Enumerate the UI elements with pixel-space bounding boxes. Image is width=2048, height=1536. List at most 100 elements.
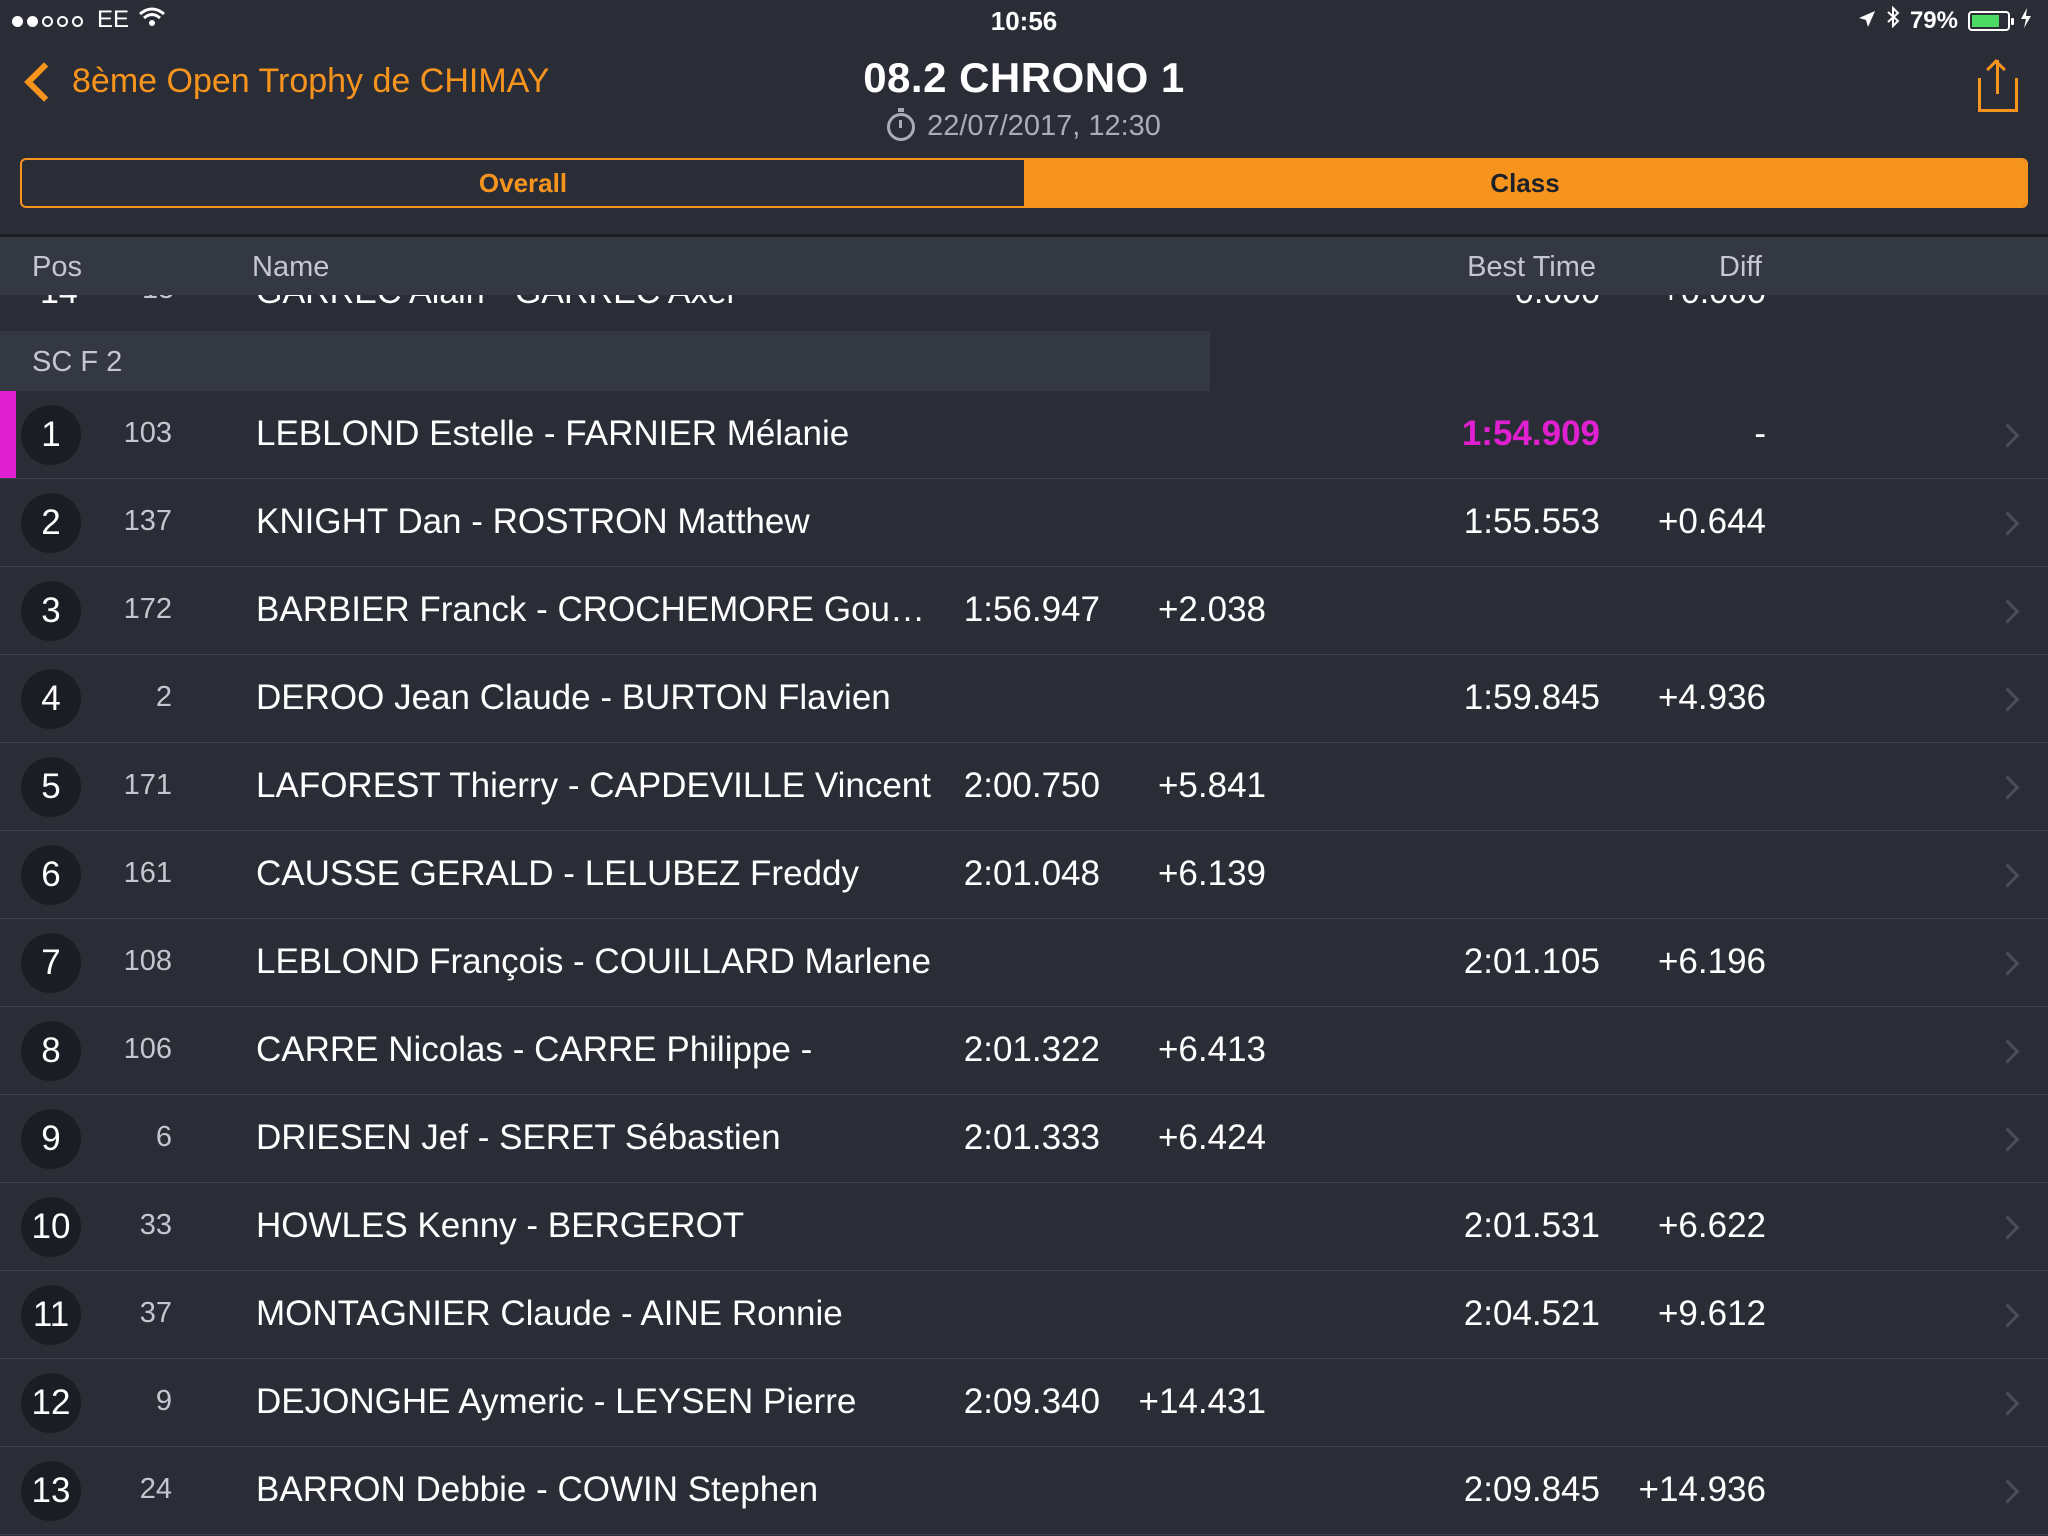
best-time: 2:09.340 bbox=[963, 1382, 1100, 1421]
table-row[interactable]: 1 103 LEBLOND Estelle - FARNIER Mélanie … bbox=[0, 391, 2048, 479]
best-time: 1:59.845 bbox=[1463, 678, 1600, 717]
chevron-right-icon bbox=[1995, 1127, 2020, 1152]
battery-percent: 79% bbox=[1909, 6, 1958, 34]
car-number: 137 bbox=[123, 505, 172, 537]
best-time: 2:01.048 bbox=[963, 854, 1100, 893]
position-badge: 12 bbox=[21, 1373, 81, 1433]
partial-row-pos: 14 bbox=[40, 295, 78, 312]
partial-row-number: 15 bbox=[142, 295, 174, 306]
segment-class[interactable]: Class bbox=[1024, 160, 2026, 206]
column-header-best-time: Best Time bbox=[1467, 251, 1596, 283]
share-icon-arrowhead bbox=[1986, 59, 2006, 79]
chevron-right-icon bbox=[1995, 423, 2020, 448]
table-row[interactable]: 8 106 CARRE Nicolas - CARRE Philippe - 2… bbox=[0, 1007, 2048, 1095]
position-badge: 2 bbox=[21, 493, 81, 553]
partial-table-row[interactable]: 14 15 GARREC Alain - GARREC Axel 0.000 +… bbox=[0, 295, 2048, 331]
position-badge: 10 bbox=[21, 1197, 81, 1257]
chevron-right-icon bbox=[1995, 1303, 2020, 1328]
chevron-right-icon bbox=[1995, 951, 2020, 976]
location-arrow-icon bbox=[1858, 7, 1876, 35]
class-section-label: SC F 2 bbox=[32, 346, 123, 378]
time-diff: +6.413 bbox=[1157, 1030, 1266, 1069]
table-row[interactable]: 10 33 HOWLES Kenny - BERGEROT 2:01.531 +… bbox=[0, 1183, 2048, 1271]
position-badge: 7 bbox=[21, 933, 81, 993]
crew-name: LEBLOND François - COUILLARD Marlene bbox=[256, 942, 931, 981]
position-badge: 6 bbox=[21, 845, 81, 905]
time-diff: +6.622 bbox=[1657, 1206, 1766, 1245]
table-row[interactable]: 13 24 BARRON Debbie - COWIN Stephen 2:09… bbox=[0, 1447, 2048, 1535]
car-number: 108 bbox=[123, 945, 172, 977]
stage-datetime: 22/07/2017, 12:30 bbox=[927, 110, 1161, 142]
table-row[interactable]: 5 171 LAFOREST Thierry - CAPDEVILLE Vinc… bbox=[0, 743, 2048, 831]
status-time: 10:56 bbox=[990, 6, 1058, 36]
best-time: 1:55.553 bbox=[1463, 502, 1600, 541]
share-button[interactable] bbox=[1978, 59, 2018, 112]
table-row[interactable]: 6 161 CAUSSE GERALD - LELUBEZ Freddy 2:0… bbox=[0, 831, 2048, 919]
bluetooth-icon bbox=[1886, 5, 1900, 35]
crew-name: DRIESEN Jef - SERET Sébastien bbox=[256, 1118, 781, 1157]
best-time: 2:01.322 bbox=[963, 1030, 1100, 1069]
column-header-pos: Pos bbox=[32, 251, 82, 283]
chevron-right-icon bbox=[1995, 1215, 2020, 1240]
partial-row-diff: +0.000 bbox=[1661, 295, 1766, 312]
table-row[interactable]: 11 37 MONTAGNIER Claude - AINE Ronnie 2:… bbox=[0, 1271, 2048, 1359]
table-row[interactable]: 9 6 DRIESEN Jef - SERET Sébastien 2:01.3… bbox=[0, 1095, 2048, 1183]
best-time: 2:09.845 bbox=[1463, 1470, 1600, 1509]
crew-name: LEBLOND Estelle - FARNIER Mélanie bbox=[256, 414, 850, 453]
time-diff: +6.424 bbox=[1157, 1118, 1266, 1157]
column-header-name: Name bbox=[252, 251, 330, 283]
status-right: 79% bbox=[1858, 5, 2032, 35]
chevron-right-icon bbox=[1995, 1039, 2020, 1064]
segment-overall[interactable]: Overall bbox=[22, 160, 1024, 206]
car-number: 9 bbox=[155, 1385, 172, 1417]
overall-class-segmented-control: Overall Class bbox=[20, 158, 2028, 208]
car-number: 33 bbox=[139, 1209, 172, 1241]
table-row[interactable]: 7 108 LEBLOND François - COUILLARD Marle… bbox=[0, 919, 2048, 1007]
best-time: 1:56.947 bbox=[963, 590, 1100, 629]
chevron-right-icon bbox=[1995, 511, 2020, 536]
status-bar: EE 10:56 79% bbox=[0, 0, 2048, 40]
time-diff: +6.196 bbox=[1657, 942, 1766, 981]
page-title: 08.2 CHRONO 1 bbox=[863, 54, 1185, 101]
best-time: 2:01.333 bbox=[963, 1118, 1100, 1157]
crew-name: LAFOREST Thierry - CAPDEVILLE Vincent bbox=[256, 766, 931, 805]
partial-row-best-time: 0.000 bbox=[1515, 295, 1600, 312]
position-badge: 5 bbox=[21, 757, 81, 817]
crew-name: CARRE Nicolas - CARRE Philippe - bbox=[256, 1030, 813, 1069]
chevron-right-icon bbox=[1995, 1391, 2020, 1416]
crew-name: HOWLES Kenny - BERGEROT bbox=[256, 1206, 745, 1245]
time-diff: +5.841 bbox=[1157, 766, 1266, 805]
table-row[interactable]: 4 2 DEROO Jean Claude - BURTON Flavien 1… bbox=[0, 655, 2048, 743]
car-number: 106 bbox=[123, 1033, 172, 1065]
car-number: 161 bbox=[123, 857, 172, 889]
car-number: 103 bbox=[123, 417, 172, 449]
stopwatch-icon bbox=[887, 107, 916, 141]
time-diff: +2.038 bbox=[1157, 590, 1266, 629]
car-number: 2 bbox=[155, 681, 172, 713]
table-row[interactable]: 3 172 BARBIER Franck - CROCHEMORE Gou… 1… bbox=[0, 567, 2048, 655]
chevron-right-icon bbox=[1995, 687, 2020, 712]
navigation-bar: 8ème Open Trophy de CHIMAY 08.2 CHRONO 1… bbox=[0, 40, 2048, 150]
car-number: 37 bbox=[139, 1297, 172, 1329]
car-number: 6 bbox=[155, 1121, 172, 1153]
time-diff: +6.139 bbox=[1157, 854, 1266, 893]
best-time: 2:01.531 bbox=[1463, 1206, 1600, 1245]
battery-level bbox=[1972, 14, 1999, 27]
crew-name: KNIGHT Dan - ROSTRON Matthew bbox=[256, 502, 810, 541]
position-badge: 1 bbox=[21, 405, 81, 465]
table-row[interactable]: 12 9 DEJONGHE Aymeric - LEYSEN Pierre 2:… bbox=[0, 1359, 2048, 1447]
chevron-right-icon bbox=[1995, 775, 2020, 800]
car-number: 24 bbox=[139, 1473, 172, 1505]
time-diff: - bbox=[1754, 414, 1766, 453]
page-subtitle: 22/07/2017, 12:30 bbox=[0, 107, 2048, 143]
fastest-marker bbox=[0, 391, 16, 478]
time-diff: +9.612 bbox=[1657, 1294, 1766, 1333]
column-header-diff: Diff bbox=[1719, 251, 1762, 283]
position-badge: 13 bbox=[21, 1461, 81, 1521]
position-badge: 8 bbox=[21, 1021, 81, 1081]
best-time: 2:00.750 bbox=[963, 766, 1100, 805]
time-diff: +0.644 bbox=[1657, 502, 1766, 541]
table-row[interactable]: 2 137 KNIGHT Dan - ROSTRON Matthew 1:55.… bbox=[0, 479, 2048, 567]
best-time: 1:54.909 bbox=[1461, 414, 1600, 453]
crew-name: BARBIER Franck - CROCHEMORE Gou… bbox=[256, 590, 925, 629]
